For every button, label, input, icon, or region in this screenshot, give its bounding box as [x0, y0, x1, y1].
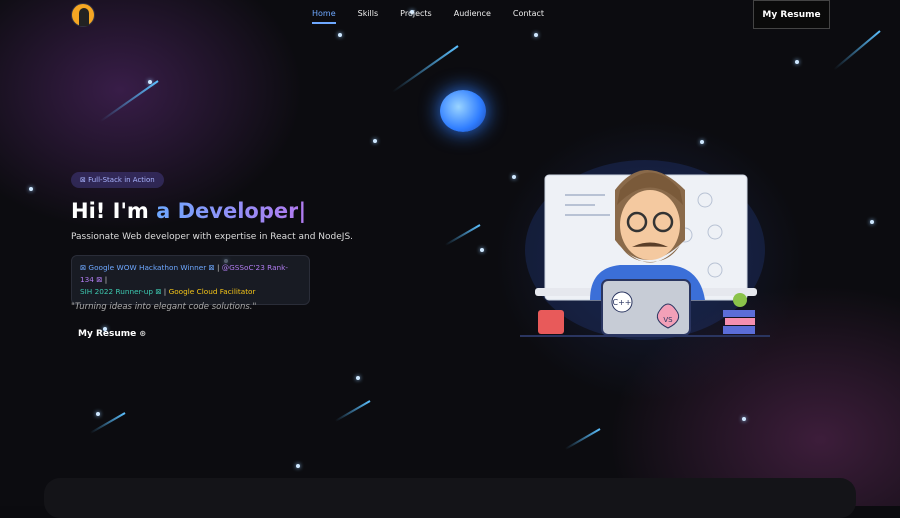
hero-resume-button[interactable]: My Resume ⊛: [78, 329, 146, 339]
hero-badge: ⊠ Full-Stack in Action: [71, 172, 164, 188]
star: [356, 376, 360, 380]
star: [296, 464, 300, 468]
star: [512, 175, 516, 179]
star: [742, 417, 746, 421]
separator: |: [214, 263, 222, 272]
nav-skills[interactable]: Skills: [358, 9, 379, 24]
separator: |: [102, 275, 108, 284]
star: [870, 220, 874, 224]
nav-projects[interactable]: Projects: [400, 9, 432, 24]
achievement: ⊠ Google WOW Hackathon Winner ⊠: [80, 263, 215, 272]
star: [700, 140, 704, 144]
nav-contact[interactable]: Contact: [513, 9, 544, 24]
vs-sticker: VS: [663, 316, 673, 324]
star: [795, 60, 799, 64]
hero-subtitle: Passionate Web developer with expertise …: [71, 232, 354, 242]
title-prefix: Hi! I'm: [71, 199, 157, 223]
separator: |: [161, 287, 169, 296]
star: [534, 33, 538, 37]
star: [96, 412, 100, 416]
achievement: SIH 2022 Runner-up ⊠: [80, 287, 162, 296]
title-highlight: a Developer: [156, 199, 299, 223]
typing-caret: |: [298, 199, 307, 223]
developer-illustration: C++ VS: [520, 160, 770, 340]
star: [29, 187, 33, 191]
next-section-card: [44, 478, 856, 518]
glowing-planet: [440, 90, 486, 132]
nav-resume-button[interactable]: My Resume: [753, 0, 830, 29]
nav-audience[interactable]: Audience: [454, 9, 491, 24]
arrow-circle-icon: ⊛: [139, 329, 147, 338]
star: [480, 248, 484, 252]
navbar: Home Skills Projects Audience Contact My…: [0, 0, 900, 30]
hero-quote: "Turning ideas into elegant code solutio…: [71, 302, 257, 312]
avatar[interactable]: [71, 3, 95, 27]
cpp-sticker: C++: [613, 298, 632, 307]
star: [373, 139, 377, 143]
resume-label: My Resume: [78, 329, 137, 339]
achievement: Google Cloud Facilitator: [168, 287, 256, 296]
nav-links: Home Skills Projects Audience Contact: [312, 9, 544, 24]
star: [338, 33, 342, 37]
hero-title: Hi! I'm a Developer|: [71, 199, 306, 223]
achievements-box: ⊠ Google WOW Hackathon Winner ⊠ | @GSSoC…: [71, 255, 310, 305]
nav-home[interactable]: Home: [312, 9, 336, 24]
